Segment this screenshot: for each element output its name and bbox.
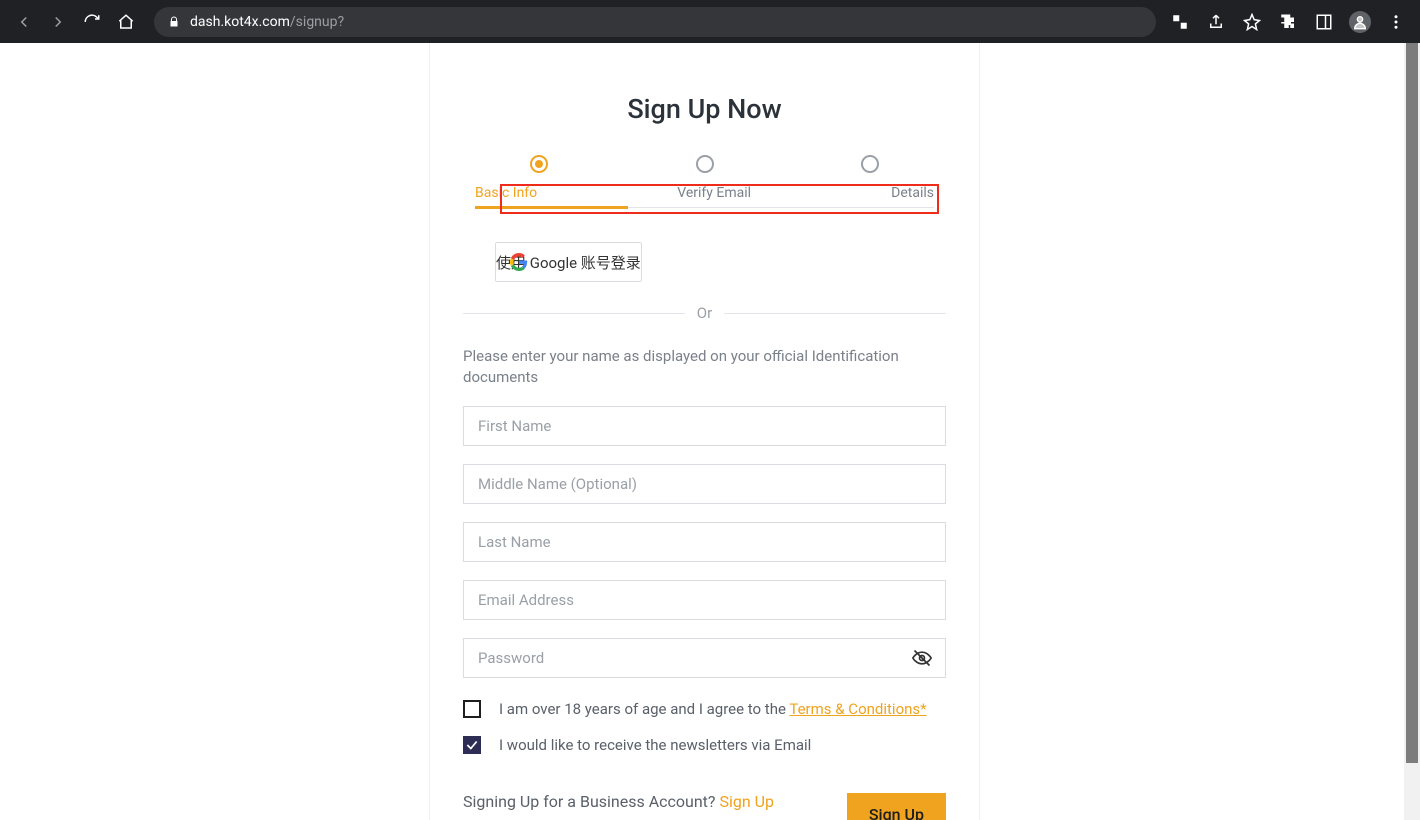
translate-icon[interactable] xyxy=(1164,6,1196,38)
extensions-icon[interactable] xyxy=(1272,6,1304,38)
email-field[interactable] xyxy=(463,580,946,620)
card-footer: Signing Up for a Business Account? Sign … xyxy=(463,790,946,820)
newsletter-label: I would like to receive the newsletters … xyxy=(499,736,811,754)
lock-icon xyxy=(168,15,180,29)
scrollbar-thumb[interactable] xyxy=(1406,43,1418,763)
url-domain: dash.kot4x.com xyxy=(190,14,290,30)
step-2-label[interactable]: Verify Email xyxy=(677,185,751,201)
last-name-field[interactable] xyxy=(463,522,946,562)
signup-submit-button[interactable]: Sign Up xyxy=(847,793,946,820)
business-signup-link[interactable]: Sign Up xyxy=(719,792,774,811)
footer-links: Signing Up for a Business Account? Sign … xyxy=(463,790,774,820)
forward-button xyxy=(42,6,74,38)
google-signin-button[interactable]: 使用 Google 账号登录 xyxy=(495,242,642,282)
signup-stepper: Basic Info Verify Email Details xyxy=(475,155,934,208)
reload-button[interactable] xyxy=(76,6,108,38)
step-3-label[interactable]: Details xyxy=(891,185,934,201)
step-1-indicator xyxy=(530,155,548,173)
toggle-password-visibility-icon[interactable] xyxy=(912,648,932,672)
newsletter-row: I would like to receive the newsletters … xyxy=(463,736,946,754)
home-button[interactable] xyxy=(110,6,142,38)
password-field[interactable] xyxy=(463,638,946,678)
scrollbar-track[interactable] xyxy=(1404,43,1420,820)
age-terms-label: I am over 18 years of age and I agree to… xyxy=(499,700,927,718)
page-content: Sign Up Now Basic Info Verify Email Deta… xyxy=(0,43,1420,820)
age-terms-row: I am over 18 years of age and I agree to… xyxy=(463,700,946,718)
browser-toolbar: dash.kot4x.com/signup? xyxy=(0,0,1420,43)
browser-actions xyxy=(1164,6,1412,38)
step-progress-bar xyxy=(475,206,628,209)
profile-avatar[interactable] xyxy=(1344,6,1376,38)
bookmark-star-icon[interactable] xyxy=(1236,6,1268,38)
middle-name-field[interactable] xyxy=(463,464,946,504)
back-button[interactable] xyxy=(8,6,40,38)
signup-card: Sign Up Now Basic Info Verify Email Deta… xyxy=(429,43,980,820)
panel-icon[interactable] xyxy=(1308,6,1340,38)
divider-or: Or xyxy=(463,304,946,322)
step-2-indicator xyxy=(696,155,714,173)
url-path: /signup? xyxy=(290,14,344,30)
address-bar[interactable]: dash.kot4x.com/signup? xyxy=(154,7,1156,37)
age-terms-checkbox[interactable] xyxy=(463,700,481,718)
kebab-menu-icon[interactable] xyxy=(1380,6,1412,38)
newsletter-checkbox[interactable] xyxy=(463,736,481,754)
google-icon xyxy=(510,253,528,271)
page-title: Sign Up Now xyxy=(430,93,979,125)
terms-link[interactable]: Terms & Conditions* xyxy=(789,700,926,718)
step-1-label[interactable]: Basic Info xyxy=(475,185,537,201)
share-icon[interactable] xyxy=(1200,6,1232,38)
name-hint: Please enter your name as displayed on y… xyxy=(463,346,946,388)
step-3-indicator xyxy=(861,155,879,173)
or-label: Or xyxy=(697,304,712,322)
first-name-field[interactable] xyxy=(463,406,946,446)
